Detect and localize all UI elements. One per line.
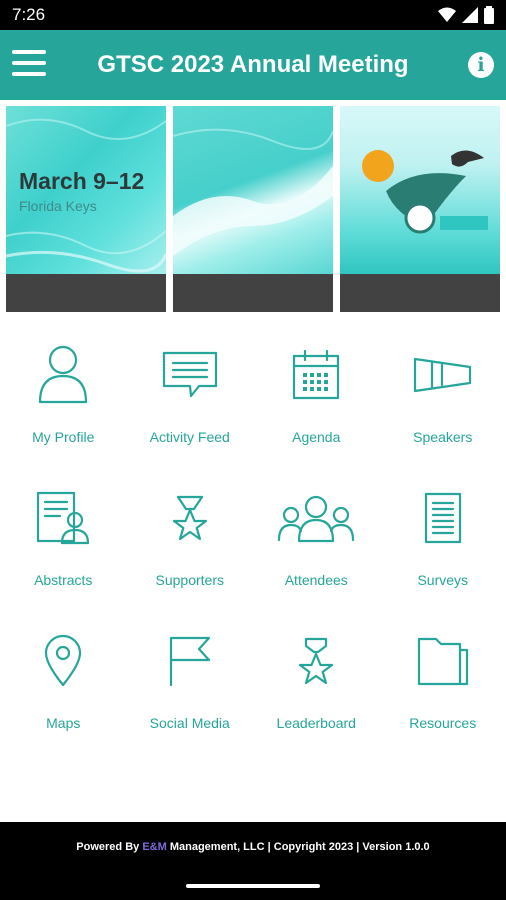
chat-icon — [162, 351, 217, 398]
footer-brand[interactable]: E&M — [142, 841, 166, 853]
tile-label: Social Media — [149, 715, 230, 731]
tile-abstracts[interactable]: Abstracts — [0, 478, 127, 621]
footer-text: Powered By E&M Management, LLC | Copyrig… — [0, 841, 506, 853]
banner-caption-bar — [340, 274, 500, 312]
info-icon[interactable]: i — [468, 52, 494, 78]
banner-tile-waves[interactable] — [173, 106, 333, 312]
tile-label: Leaderboard — [276, 715, 356, 731]
tile-label: Resources — [409, 715, 477, 731]
tile-label: Agenda — [292, 429, 341, 445]
map-pin-icon — [45, 634, 82, 687]
tile-leaderboard[interactable]: Leaderboard — [253, 621, 380, 764]
battery-icon — [484, 6, 494, 24]
event-location: Florida Keys — [19, 198, 97, 214]
banner-tile-logo[interactable] — [340, 106, 500, 312]
tile-activity-feed[interactable]: Activity Feed — [127, 335, 254, 478]
app-title: GTSC 2023 Annual Meeting — [97, 51, 409, 78]
star-award-icon — [172, 495, 207, 541]
document-person-icon — [37, 491, 90, 545]
flag-icon — [169, 636, 210, 687]
tile-my-profile[interactable]: My Profile — [0, 335, 127, 478]
tile-label: Abstracts — [34, 572, 93, 588]
tile-label: Surveys — [417, 572, 469, 588]
tile-label: Maps — [46, 715, 81, 731]
wifi-icon — [438, 7, 456, 22]
tile-label: Activity Feed — [149, 429, 230, 445]
footer-suffix: Management, LLC | Copyright 2023 | Versi… — [166, 841, 430, 853]
tile-resources[interactable]: Resources — [380, 621, 506, 764]
group-icon — [278, 495, 355, 543]
duck-key-logo — [362, 150, 488, 234]
footer: Powered By E&M Management, LLC | Copyrig… — [0, 822, 506, 900]
signal-icon — [462, 7, 478, 23]
tile-label: Supporters — [155, 572, 224, 588]
tile-agenda[interactable]: Agenda — [253, 335, 380, 478]
tile-label: Attendees — [284, 572, 348, 588]
megaphone-icon — [413, 357, 471, 393]
tile-speakers[interactable]: Speakers — [380, 335, 506, 478]
tile-label: My Profile — [32, 429, 95, 445]
app-bar: GTSC 2023 Annual Meeting i — [0, 30, 506, 100]
event-date: March 9–12 — [19, 168, 145, 194]
folder-icon — [417, 637, 468, 686]
banner-carousel[interactable]: March 9–12 Florida Keys — [6, 106, 502, 312]
tile-social-media[interactable]: Social Media — [127, 621, 254, 764]
status-icons — [438, 6, 494, 24]
home-indicator[interactable] — [186, 884, 320, 888]
banner-tile-date[interactable]: March 9–12 Florida Keys — [6, 106, 166, 312]
tile-maps[interactable]: Maps — [0, 621, 127, 764]
tile-surveys[interactable]: Surveys — [380, 478, 506, 621]
feature-grid: My Profile Activity Feed Agenda Speakers… — [0, 335, 506, 764]
person-icon — [39, 345, 88, 404]
tile-label: Speakers — [413, 429, 473, 445]
tile-attendees[interactable]: Attendees — [253, 478, 380, 621]
calendar-icon — [293, 349, 340, 400]
status-bar: 7:26 — [0, 0, 506, 30]
banner-caption-bar — [173, 274, 333, 312]
banner-caption-bar — [6, 274, 166, 312]
medal-icon — [299, 637, 334, 685]
list-document-icon — [424, 492, 461, 544]
status-time: 7:26 — [12, 5, 46, 24]
wave-image — [173, 128, 333, 256]
footer-prefix: Powered By — [76, 841, 143, 853]
tile-supporters[interactable]: Supporters — [127, 478, 254, 621]
